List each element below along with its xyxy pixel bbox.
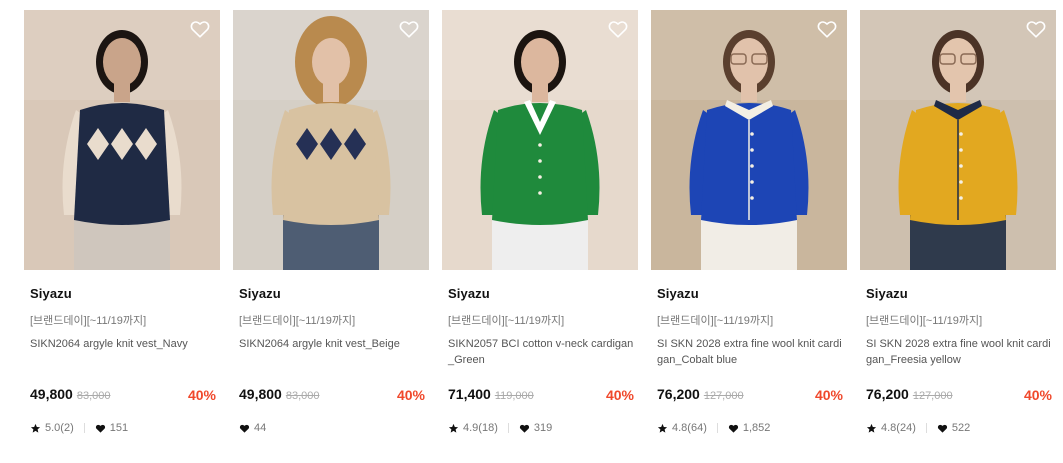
product-thumbnail[interactable] xyxy=(860,10,1056,270)
sale-price: 76,200 xyxy=(866,386,909,402)
discount-rate: 40% xyxy=(605,387,634,403)
product-name[interactable]: SI SKN 2028 extra fine wool knit cardiga… xyxy=(657,336,843,368)
meta-divider xyxy=(83,423,85,433)
product-grid: Siyazu [브랜드데이][~11/19까지] SIKN2064 argyle k… xyxy=(0,0,1063,463)
star-icon xyxy=(448,423,459,433)
original-price: 127,000 xyxy=(703,390,744,402)
product-photo xyxy=(860,10,1056,270)
original-price: 127,000 xyxy=(912,390,953,402)
rating-group: 4.9(18) xyxy=(448,422,498,434)
likes-group: 1,852 xyxy=(728,422,771,434)
promo-tag: [브랜드데이][~11/19까지] xyxy=(866,315,983,327)
review-meta: 4.9(18) 319 xyxy=(448,422,552,434)
product-card[interactable]: Siyazu [브랜드데이][~11/19까지] SI SKN 2028 extra… xyxy=(860,10,1056,450)
heart-icon xyxy=(937,424,947,433)
rating-group: 5.0(2) xyxy=(30,422,74,434)
price-block: 76,200 127,000 xyxy=(866,386,953,402)
brand-name[interactable]: Siyazu xyxy=(239,286,281,301)
sale-price: 76,200 xyxy=(657,386,700,402)
discount-rate: 40% xyxy=(187,387,216,403)
meta-divider xyxy=(716,423,718,433)
likes-group: 319 xyxy=(519,422,552,434)
product-thumbnail[interactable] xyxy=(233,10,429,270)
heart-icon xyxy=(728,424,738,433)
product-thumbnail[interactable] xyxy=(442,10,638,270)
discount-rate: 40% xyxy=(1023,387,1052,403)
product-photo xyxy=(651,10,847,270)
product-photo xyxy=(24,10,220,270)
wishlist-heart-icon[interactable] xyxy=(189,18,211,40)
sale-price: 71,400 xyxy=(448,386,491,402)
product-name[interactable]: SIKN2064 argyle knit vest_Beige xyxy=(239,336,425,352)
product-name[interactable]: SI SKN 2028 extra fine wool knit cardiga… xyxy=(866,336,1052,368)
meta-divider xyxy=(507,423,509,433)
rating-group: 4.8(24) xyxy=(866,422,916,434)
promo-tag: [브랜드데이][~11/19까지] xyxy=(239,315,356,327)
like-count: 151 xyxy=(109,422,129,434)
promo-tag: [브랜드데이][~11/19까지] xyxy=(657,315,774,327)
original-price: 83,000 xyxy=(285,390,320,402)
promo-tag: [브랜드데이][~11/19까지] xyxy=(448,315,565,327)
wishlist-heart-icon[interactable] xyxy=(398,18,420,40)
price-block: 49,800 83,000 xyxy=(30,386,110,402)
rating-score: 5.0(2) xyxy=(45,422,74,434)
likes-group: 151 xyxy=(95,422,128,434)
star-icon xyxy=(30,423,41,433)
review-meta: 4.8(64) 1,852 xyxy=(657,422,770,434)
brand-name[interactable]: Siyazu xyxy=(657,286,699,301)
star-icon xyxy=(657,423,668,433)
wishlist-heart-icon[interactable] xyxy=(607,18,629,40)
product-card[interactable]: Siyazu [브랜드데이][~11/19까지] SIKN2057 BCI cott… xyxy=(442,10,638,450)
like-count: 319 xyxy=(533,422,553,434)
like-count: 522 xyxy=(951,422,971,434)
product-name[interactable]: SIKN2064 argyle knit vest_Navy xyxy=(30,336,216,352)
discount-rate: 40% xyxy=(814,387,843,403)
product-thumbnail[interactable] xyxy=(651,10,847,270)
original-price: 119,000 xyxy=(494,390,534,402)
heart-icon xyxy=(239,424,250,433)
original-price: 83,000 xyxy=(76,390,111,402)
like-count: 1,852 xyxy=(742,422,771,434)
likes-group: 44 xyxy=(239,422,266,434)
price-block: 71,400 119,000 xyxy=(448,386,534,402)
wishlist-heart-icon[interactable] xyxy=(816,18,838,40)
brand-name[interactable]: Siyazu xyxy=(30,286,72,301)
price-block: 76,200 127,000 xyxy=(657,386,744,402)
brand-name[interactable]: Siyazu xyxy=(448,286,490,301)
heart-icon xyxy=(95,424,105,433)
price-block: 49,800 83,000 xyxy=(239,386,319,402)
like-count: 44 xyxy=(254,422,267,434)
heart-icon xyxy=(519,424,529,433)
rating-score: 4.8(24) xyxy=(881,422,916,434)
product-thumbnail[interactable] xyxy=(24,10,220,270)
discount-rate: 40% xyxy=(396,387,425,403)
rating-score: 4.9(18) xyxy=(463,422,498,434)
likes-group: 522 xyxy=(937,422,970,434)
product-card[interactable]: Siyazu [브랜드데이][~11/19까지] SI SKN 2028 extra… xyxy=(651,10,847,450)
meta-divider xyxy=(925,423,927,433)
rating-score: 4.8(64) xyxy=(672,422,707,434)
sale-price: 49,800 xyxy=(30,386,73,402)
review-meta: 5.0(2) 151 xyxy=(30,422,128,434)
promo-tag: [브랜드데이][~11/19까지] xyxy=(30,315,147,327)
product-name[interactable]: SIKN2057 BCI cotton v-neck cardigan_Gree… xyxy=(448,336,634,368)
sale-price: 49,800 xyxy=(239,386,282,402)
product-photo xyxy=(442,10,638,270)
brand-name[interactable]: Siyazu xyxy=(866,286,908,301)
product-card[interactable]: Siyazu [브랜드데이][~11/19까지] SIKN2064 argyle k… xyxy=(233,10,429,450)
wishlist-heart-icon[interactable] xyxy=(1025,18,1047,40)
star-icon xyxy=(866,423,877,433)
review-meta: 4.8(24) 522 xyxy=(866,422,970,434)
rating-group: 4.8(64) xyxy=(657,422,707,434)
product-card[interactable]: Siyazu [브랜드데이][~11/19까지] SIKN2064 argyle k… xyxy=(24,10,220,450)
product-photo xyxy=(233,10,429,270)
review-meta: 44 xyxy=(239,422,266,434)
